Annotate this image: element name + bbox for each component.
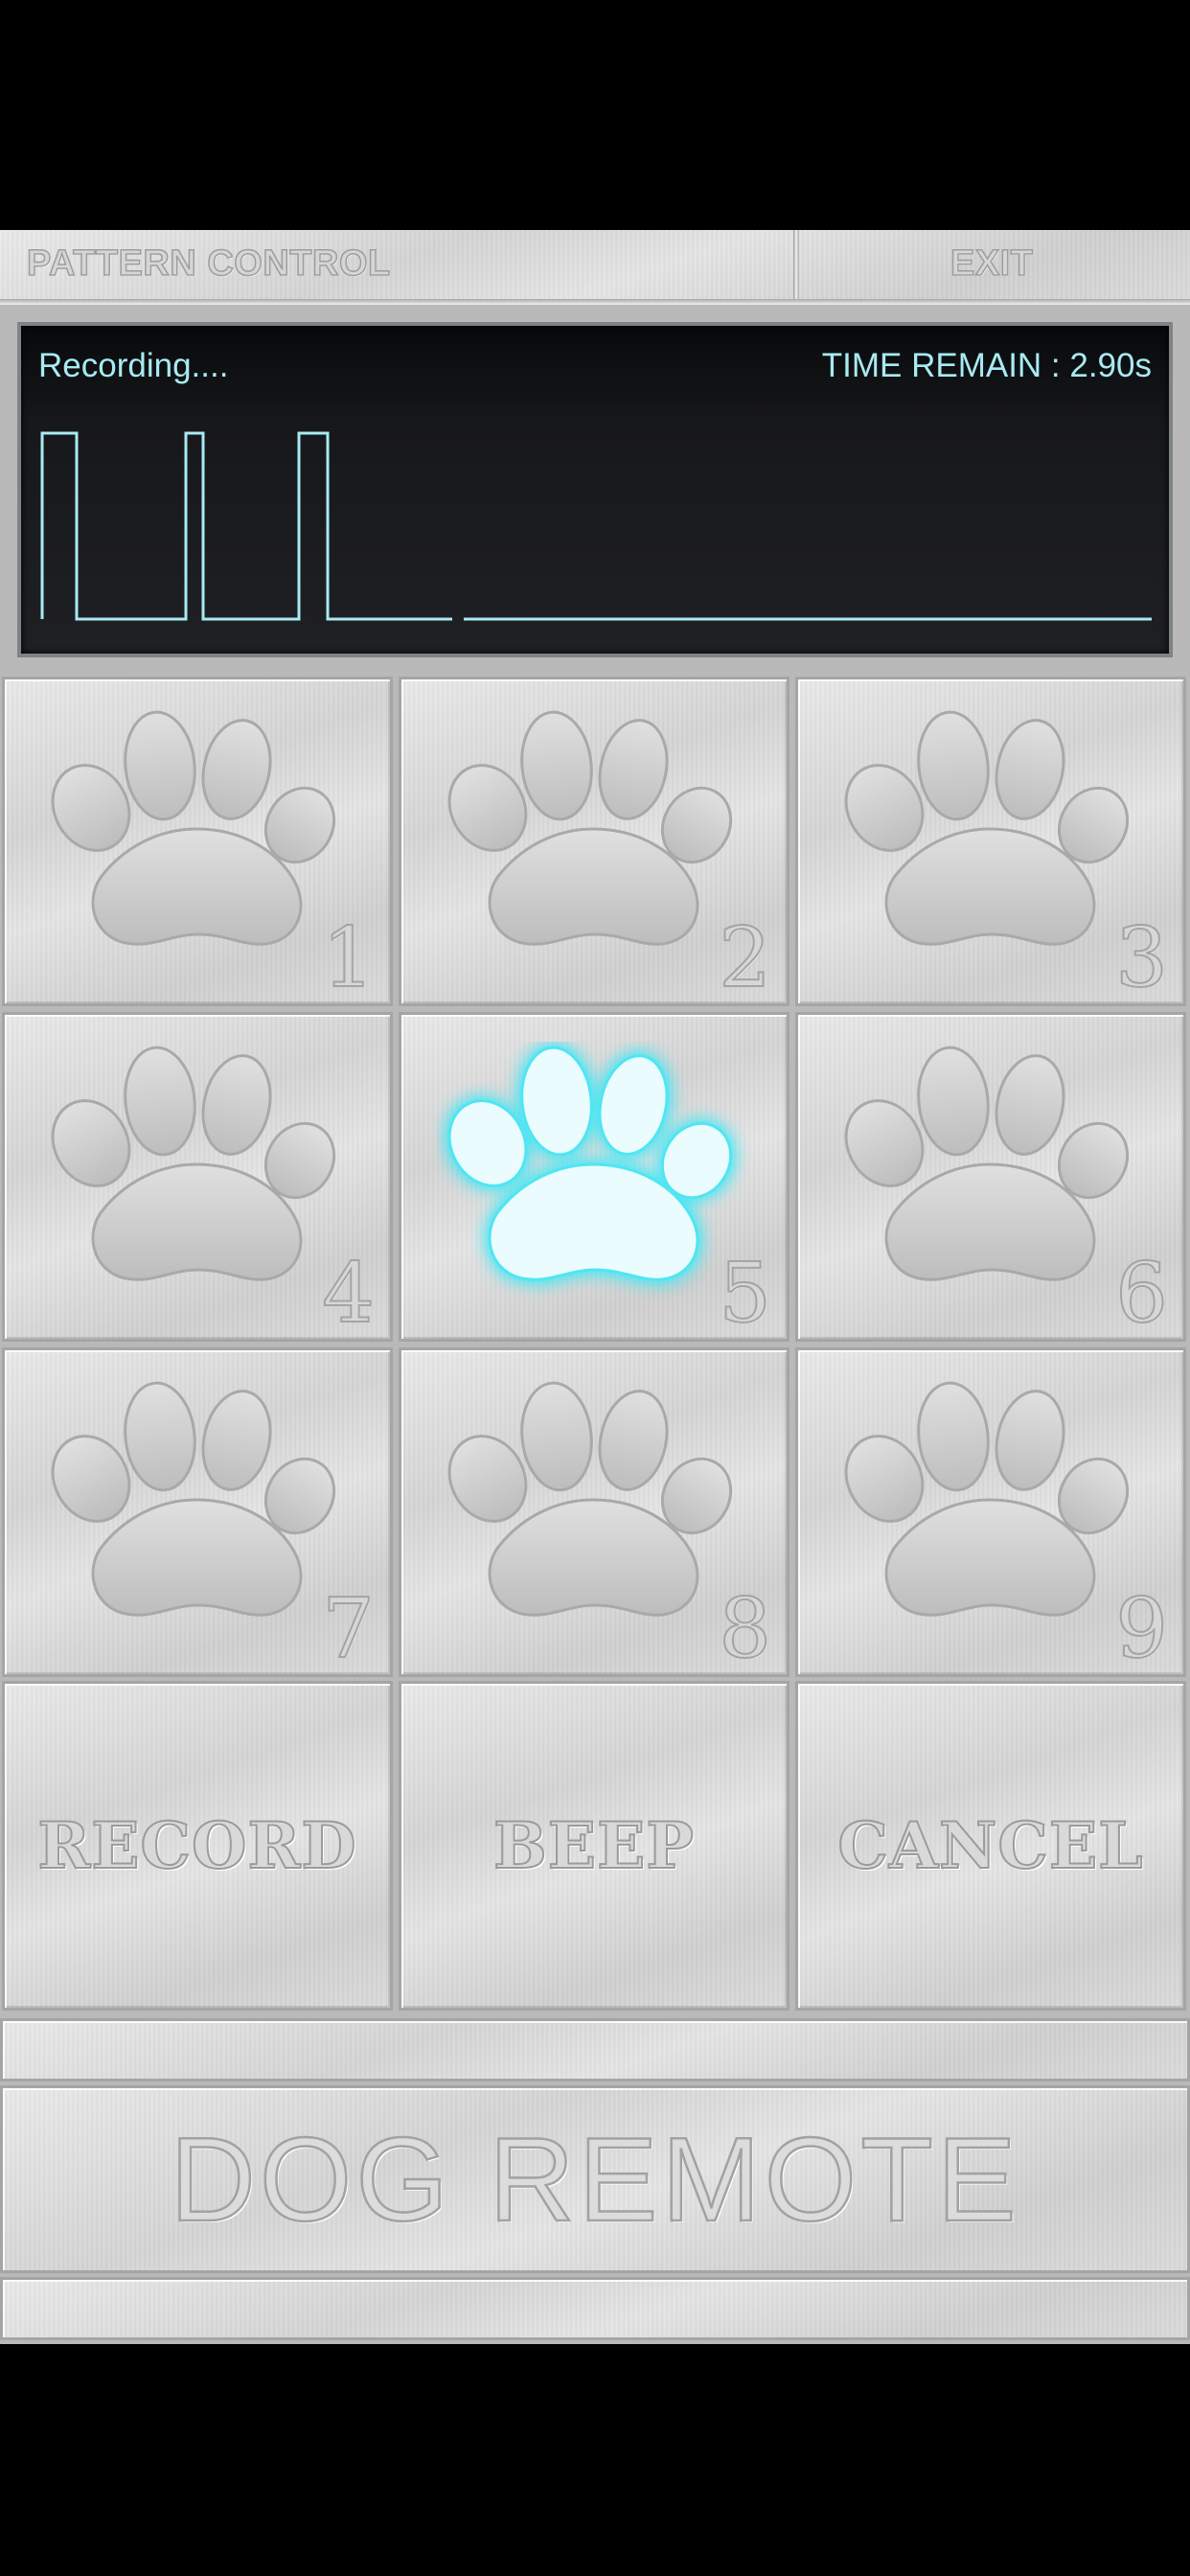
cancel-button[interactable]: CANCEL [795,1681,1186,2011]
beep-button[interactable]: BEEP [399,1681,790,2011]
record-button[interactable]: RECORD [2,1681,393,2011]
pattern-control-title: PATTERN CONTROL [26,242,391,285]
key-number: 9 [1114,1581,1169,1677]
paw-icon [844,710,1130,946]
paw-icon [51,1046,336,1281]
paw-key-4[interactable]: 4 [2,1012,393,1342]
paw-icon [447,710,733,946]
spacer-strip [0,2018,1190,2082]
cancel-label: CANCEL [836,1807,1144,1884]
app-panel: PATTERN CONTROL EXIT Recording.... TIME … [0,230,1190,2344]
beep-label: BEEP [492,1807,696,1884]
paw-icon [844,1381,1130,1617]
paw-key-8[interactable]: 8 [399,1347,790,1677]
paw-key-2[interactable]: 2 [399,677,790,1006]
paw-icon [51,710,336,946]
header-bar: PATTERN CONTROL EXIT [0,230,1190,305]
waveform-recorded [40,431,452,621]
key-number: 8 [718,1581,772,1677]
recording-screen: Recording.... TIME REMAIN : 2.90s [17,322,1173,657]
paw-key-1[interactable]: 1 [2,677,393,1006]
key-number: 5 [718,1246,772,1342]
paw-key-6[interactable]: 6 [795,1012,1186,1342]
record-label: RECORD [36,1807,357,1884]
dog-remote-logo: DOG REMOTE [169,2113,1020,2248]
key-number: 4 [321,1246,376,1342]
paw-icon [844,1046,1130,1281]
paw-key-3[interactable]: 3 [795,677,1186,1006]
key-number: 7 [321,1581,376,1677]
paw-icon [51,1381,336,1617]
paw-key-9[interactable]: 9 [795,1347,1186,1677]
key-number: 2 [718,910,772,1006]
key-number: 1 [321,910,376,1006]
key-number: 6 [1114,1246,1169,1342]
bottom-strip [0,2277,1190,2340]
paw-icon [447,1381,733,1617]
time-remaining: TIME REMAIN : 2.90s [821,347,1152,384]
paw-key-7[interactable]: 7 [2,1347,393,1677]
paw-key-5[interactable]: 5 [399,1012,790,1342]
header-divider [793,230,799,303]
key-number: 3 [1114,910,1169,1006]
exit-button[interactable]: EXIT [950,242,1033,285]
recording-status: Recording.... [38,347,229,384]
paw-icon [447,1046,733,1281]
